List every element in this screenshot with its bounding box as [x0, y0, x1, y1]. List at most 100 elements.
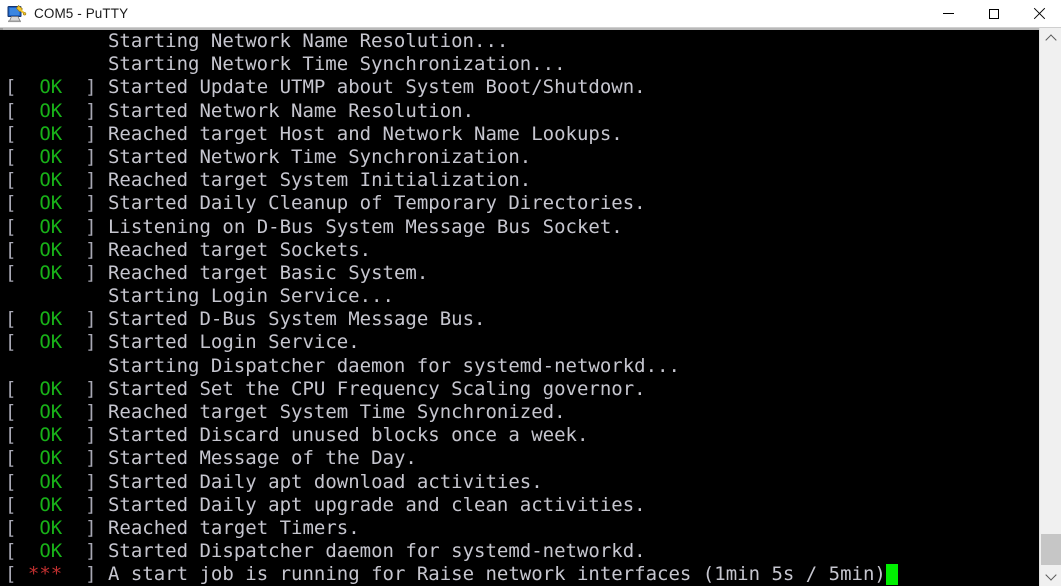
- terminal-line: [ OK ] Started Set the CPU Frequency Sca…: [5, 378, 1039, 401]
- terminal-area[interactable]: Starting Network Name Resolution... Star…: [0, 28, 1061, 586]
- minimize-icon: [943, 13, 954, 14]
- status-bracket-open: [: [5, 331, 17, 354]
- putty-app-icon: [5, 3, 27, 25]
- status-bracket-open: [: [5, 470, 17, 493]
- status-bracket-open: [: [5, 308, 17, 331]
- status-bracket-open: [: [5, 99, 17, 122]
- vertical-scrollbar[interactable]: [1039, 28, 1061, 586]
- status-badge: OK: [16, 401, 86, 423]
- terminal-line-text: Starting Dispatcher daemon for systemd-n…: [107, 354, 680, 377]
- scrollbar-track[interactable]: [1040, 48, 1061, 566]
- close-icon: [1033, 8, 1045, 20]
- status-badge: OK: [16, 192, 86, 215]
- status-badge: OK: [16, 331, 86, 354]
- status-bracket-close: ]: [85, 424, 108, 447]
- terminal-line-text: Reached target Basic System.: [107, 261, 429, 284]
- terminal-line-text: Started Login Service.: [107, 331, 360, 354]
- terminal-line-text: Started Discard unused blocks once a wee…: [107, 424, 589, 447]
- terminal-line: [ OK ] Started Dispatcher daemon for sys…: [5, 540, 1039, 563]
- status-bracket-open: [: [5, 424, 17, 447]
- terminal-line-text: Started Daily apt upgrade and clean acti…: [107, 493, 646, 516]
- terminal-line-text: Listening on D-Bus System Message Bus So…: [107, 215, 623, 238]
- status-badge: OK: [16, 493, 86, 516]
- terminal-line: Starting Network Time Synchronization...: [5, 53, 1039, 76]
- status-spacer: [5, 355, 108, 377]
- maximize-icon: [988, 8, 999, 19]
- status-bracket-close: ]: [85, 470, 108, 493]
- scrollbar-thumb[interactable]: [1041, 534, 1061, 565]
- status-badge: OK: [16, 377, 86, 400]
- status-bracket-open: [: [5, 145, 17, 168]
- terminal-line: [ OK ] Started Daily apt upgrade and cle…: [5, 494, 1039, 517]
- status-spacer: [5, 53, 108, 75]
- terminal-line-text: Started Daily Cleanup of Temporary Direc…: [107, 192, 646, 215]
- terminal-line: [ OK ] Reached target Sockets.: [5, 239, 1039, 262]
- terminal-line-text: Starting Network Time Synchronization...: [107, 53, 566, 76]
- status-bracket-open: [: [5, 215, 17, 238]
- terminal-line: [ OK ] Started Daily Cleanup of Temporar…: [5, 192, 1039, 215]
- minimize-button[interactable]: [926, 0, 971, 27]
- terminal-line: [ OK ] Started Daily apt download activi…: [5, 471, 1039, 494]
- status-badge: OK: [16, 99, 86, 122]
- terminal-line-text: Started Update UTMP about System Boot/Sh…: [107, 76, 646, 99]
- status-bracket-open: [: [5, 122, 17, 145]
- terminal-cursor: [885, 564, 898, 586]
- window-title: COM5 - PuTTY: [34, 6, 129, 21]
- status-bracket-open: [: [5, 493, 17, 516]
- chevron-up-icon: [1044, 33, 1057, 46]
- status-bracket-close: ]: [85, 331, 108, 354]
- terminal-line-text: A start job is running for Raise network…: [107, 563, 886, 586]
- status-bracket-close: ]: [85, 122, 108, 145]
- terminal-line-text: Reached target System Initialization.: [107, 169, 532, 192]
- status-bracket-open: [: [5, 516, 17, 539]
- scroll-down-button[interactable]: [1040, 566, 1061, 586]
- scroll-up-button[interactable]: [1040, 28, 1061, 48]
- close-button[interactable]: [1016, 0, 1061, 27]
- terminal-line: [ OK ] Listening on D-Bus System Message…: [5, 216, 1039, 239]
- status-bracket-close: ]: [85, 261, 108, 284]
- status-spacer: [5, 30, 108, 52]
- status-badge: OK: [16, 470, 86, 493]
- status-bracket-open: [: [5, 540, 17, 563]
- terminal-line-text: Reached target System Time Synchronized.: [107, 401, 566, 423]
- status-bracket-close: ]: [85, 540, 108, 563]
- status-badge: OK: [16, 540, 86, 563]
- terminal-line: [ OK ] Reached target System Time Synchr…: [5, 401, 1039, 424]
- terminal-line: [ OK ] Reached target Basic System.: [5, 262, 1039, 285]
- terminal-line-text: Started Message of the Day.: [107, 447, 417, 470]
- status-badge: OK: [16, 145, 86, 168]
- terminal-line-text: Reached target Timers.: [107, 516, 360, 539]
- terminal-line-text: Starting Login Service...: [107, 285, 394, 308]
- status-bracket-close: ]: [85, 493, 108, 516]
- maximize-button[interactable]: [971, 0, 1016, 27]
- terminal-output[interactable]: Starting Network Name Resolution... Star…: [0, 30, 1039, 586]
- status-badge: OK: [16, 516, 86, 539]
- terminal-line: [ OK ] Started Discard unused blocks onc…: [5, 424, 1039, 447]
- terminal-line: Starting Network Name Resolution...: [5, 30, 1039, 53]
- terminal-line-text: Reached target Host and Network Name Loo…: [107, 122, 623, 145]
- status-bracket-close: ]: [85, 76, 108, 99]
- status-bracket-open: [: [5, 169, 17, 192]
- status-badge: OK: [16, 447, 86, 470]
- status-badge: OK: [16, 238, 86, 261]
- terminal-line-text: Starting Network Name Resolution...: [107, 30, 509, 52]
- putty-window: COM5 - PuTTY Starting Network Name Resol…: [0, 0, 1061, 586]
- terminal-line: [ OK ] Reached target System Initializat…: [5, 169, 1039, 192]
- status-badge: OK: [16, 308, 86, 331]
- status-bracket-close: ]: [85, 238, 108, 261]
- status-bracket-open: [: [5, 261, 17, 284]
- status-bracket-open: [: [5, 563, 17, 586]
- status-badge: ***: [16, 563, 86, 586]
- titlebar: COM5 - PuTTY: [0, 0, 1061, 28]
- terminal-line: [ *** ] A start job is running for Raise…: [5, 563, 1039, 586]
- status-bracket-open: [: [5, 377, 17, 400]
- status-badge: OK: [16, 122, 86, 145]
- status-spacer: [5, 285, 108, 307]
- terminal-line-text: Started Set the CPU Frequency Scaling go…: [107, 377, 646, 400]
- terminal-line: [ OK ] Started Network Time Synchronizat…: [5, 146, 1039, 169]
- status-bracket-close: ]: [85, 401, 108, 423]
- status-bracket-close: ]: [85, 447, 108, 470]
- terminal-line: [ OK ] Started Network Name Resolution.: [5, 100, 1039, 123]
- chevron-down-icon: [1044, 568, 1057, 581]
- terminal-line-text: Started Network Time Synchronization.: [107, 145, 532, 168]
